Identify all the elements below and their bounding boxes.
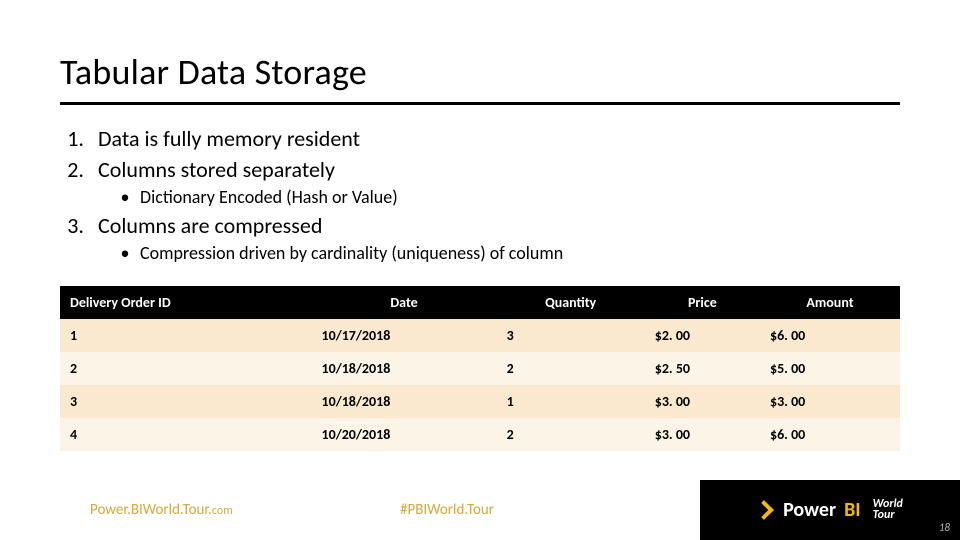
brand-stack: World Tour (873, 499, 903, 521)
bullet-list: 1. Data is fully memory resident 2. Colu… (60, 125, 900, 266)
list-number: 1. (60, 125, 84, 154)
list-text: Columns stored separately (98, 156, 335, 185)
table-row: 3 10/18/2018 1 $3. 00 $3. 00 (60, 385, 900, 418)
footer-site: Power.BIWorld.Tour.com (0, 501, 340, 519)
col-header-price: Price (645, 286, 760, 319)
brand-text-power: Power (783, 498, 836, 522)
list-text: Data is fully memory resident (98, 125, 360, 154)
col-header-amount: Amount (760, 286, 900, 319)
list-number: 3. (60, 212, 84, 241)
cell-id: 4 (60, 418, 312, 451)
table-row: 2 10/18/2018 2 $2. 50 $5. 00 (60, 352, 900, 385)
col-header-quantity: Quantity (497, 286, 645, 319)
list-item-3: 3. Columns are compressed (60, 212, 900, 241)
list-subitem-3: • Compression driven by cardinality (uni… (60, 242, 900, 265)
cell-qty: 2 (497, 418, 645, 451)
cell-price: $2. 00 (645, 319, 760, 352)
bullet-dot-icon: • (120, 242, 130, 265)
cell-date: 10/17/2018 (312, 319, 497, 352)
table-header-row: Delivery Order ID Date Quantity Price Am… (60, 286, 900, 319)
footer-site-main: Power.BIWorld.Tour. (90, 501, 212, 519)
col-header-id: Delivery Order ID (60, 286, 312, 319)
cell-qty: 3 (497, 319, 645, 352)
bullet-dot-icon: • (120, 186, 130, 209)
footer: Power.BIWorld.Tour.com #PBIWorld.Tour Po… (0, 480, 960, 540)
table-row: 1 10/17/2018 3 $2. 00 $6. 00 (60, 319, 900, 352)
footer-site-tld: com (212, 504, 233, 518)
cell-date: 10/20/2018 (312, 418, 497, 451)
cell-qty: 1 (497, 385, 645, 418)
cell-date: 10/18/2018 (312, 352, 497, 385)
list-subtext: Compression driven by cardinality (uniqu… (140, 242, 563, 265)
list-item-1: 1. Data is fully memory resident (60, 125, 900, 154)
page-number: 18 (939, 521, 950, 534)
cell-id: 2 (60, 352, 312, 385)
list-number: 2. (60, 156, 84, 185)
list-subitem-2: • Dictionary Encoded (Hash or Value) (60, 186, 900, 209)
list-subtext: Dictionary Encoded (Hash or Value) (140, 186, 398, 209)
brand-text-bi: BI (844, 498, 861, 522)
cell-amount: $6. 00 (760, 418, 900, 451)
content-area: Tabular Data Storage 1. Data is fully me… (0, 0, 960, 451)
cell-id: 1 (60, 319, 312, 352)
footer-hashtag: #PBIWorld.Tour (340, 501, 700, 519)
list-item-2: 2. Columns stored separately (60, 156, 900, 185)
chevron-icon (754, 500, 774, 520)
cell-date: 10/18/2018 (312, 385, 497, 418)
slide: Tabular Data Storage 1. Data is fully me… (0, 0, 960, 540)
cell-amount: $6. 00 (760, 319, 900, 352)
cell-amount: $3. 00 (760, 385, 900, 418)
list-text: Columns are compressed (98, 212, 322, 241)
data-table: Delivery Order ID Date Quantity Price Am… (60, 286, 900, 451)
cell-price: $3. 00 (645, 418, 760, 451)
cell-price: $3. 00 (645, 385, 760, 418)
col-header-date: Date (312, 286, 497, 319)
cell-price: $2. 50 (645, 352, 760, 385)
brand-stack-bot: Tour (873, 510, 903, 521)
footer-logo: Power BI World Tour 18 (700, 480, 960, 540)
cell-amount: $5. 00 (760, 352, 900, 385)
cell-qty: 2 (497, 352, 645, 385)
cell-id: 3 (60, 385, 312, 418)
slide-title: Tabular Data Storage (60, 50, 900, 94)
title-rule (60, 102, 900, 105)
table-row: 4 10/20/2018 2 $3. 00 $6. 00 (60, 418, 900, 451)
